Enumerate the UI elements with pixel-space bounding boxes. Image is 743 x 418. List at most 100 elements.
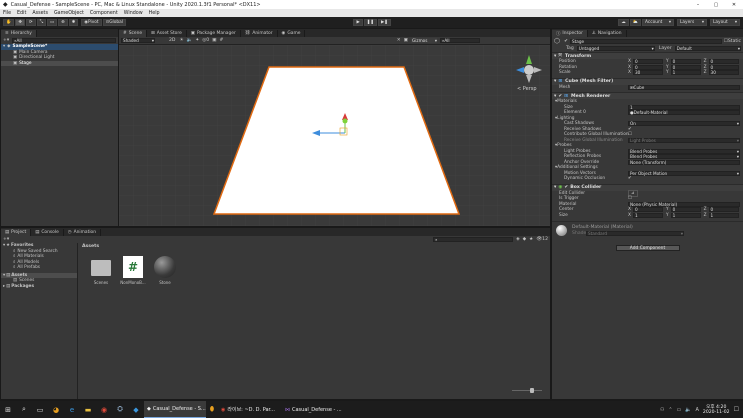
asset-tile[interactable]: Scenes xyxy=(86,256,116,285)
ime-icon[interactable]: A xyxy=(695,407,698,413)
mesh-renderer-header[interactable]: ▾ ✔ ⊞ Mesh Renderer xyxy=(552,92,743,99)
account-button[interactable]: Account ▾ xyxy=(642,19,675,26)
hierarchy-search-input[interactable]: ⌕ All xyxy=(12,38,116,43)
position-z-field[interactable]: 0 xyxy=(708,59,739,65)
cloud-icon[interactable]: ⛅ xyxy=(629,19,642,26)
taskbar-app-visual-studio[interactable]: ⋈ Casual_Defense - ... xyxy=(282,401,344,418)
menu-gameobject[interactable]: GameObject xyxy=(54,11,84,16)
tab-animator[interactable]: ⛓ Animator xyxy=(241,30,278,37)
project-search-input[interactable]: ⌕ xyxy=(433,237,514,242)
filter-type-icon[interactable]: ◈ xyxy=(516,237,520,242)
layers-button[interactable]: Layers ▾ xyxy=(677,19,708,26)
menu-assets[interactable]: Assets xyxy=(32,11,48,16)
menu-window[interactable]: Window xyxy=(124,11,143,16)
reflection-probes-dropdown[interactable]: Blend Probes ▾ xyxy=(628,154,740,160)
effects-toggle-icon[interactable]: ✦ xyxy=(195,38,199,43)
network-icon[interactable]: ▭ xyxy=(677,407,682,413)
center-x-field[interactable]: 0 xyxy=(632,207,663,213)
hand-tool-button[interactable]: ✋ xyxy=(3,19,15,26)
expand-icon[interactable]: ▾ xyxy=(3,44,5,49)
mesh-filter-header[interactable]: ▾ ⊞ Cube (Mesh Filter) xyxy=(552,77,743,85)
box-collider-header[interactable]: ▾ ◉ ✔ Box Collider xyxy=(552,183,743,191)
slider-handle[interactable] xyxy=(530,388,534,393)
zoom-slider[interactable] xyxy=(512,388,542,393)
receive-gi-dropdown[interactable]: Light Probes ▾ xyxy=(628,137,740,143)
minimize-icon[interactable]: – xyxy=(689,2,707,8)
rotation-y-field[interactable]: 0 xyxy=(670,64,701,70)
tab-project[interactable]: ▤ Project xyxy=(1,229,32,236)
motion-vectors-dropdown[interactable]: Per Object Motion ▾ xyxy=(628,170,740,176)
size-x-field[interactable]: 1 xyxy=(632,212,663,218)
pause-button[interactable]: ❚❚ xyxy=(363,19,377,26)
expand-icon[interactable]: ▾ xyxy=(554,79,556,84)
add-icon[interactable]: +▾ xyxy=(3,237,9,242)
tab-console[interactable]: ▤ Console xyxy=(31,229,64,236)
tab-navigation[interactable]: ⚓ Navigation xyxy=(588,30,627,37)
position-x-field[interactable]: 0 xyxy=(632,59,663,65)
expand-icon[interactable]: ▾ xyxy=(554,54,556,59)
taskbar-app-unity[interactable]: ◆ Casual_Defense - S... xyxy=(144,401,206,418)
lighting-toggle-icon[interactable]: ☀ xyxy=(179,38,183,43)
materials-size-field[interactable]: 1 xyxy=(628,104,740,110)
tab-hierarchy[interactable]: ≡ Hierarchy xyxy=(1,30,37,37)
add-icon[interactable]: +▾ xyxy=(3,38,9,43)
scale-tool-button[interactable]: ⤡ xyxy=(36,19,47,26)
menu-help[interactable]: Help xyxy=(149,11,160,16)
close-icon[interactable]: ✕ xyxy=(725,2,743,8)
taskbar-app-chrome[interactable]: ◉ 라이브: ~D. D. Par... xyxy=(218,401,280,418)
add-component-button[interactable]: Add Component xyxy=(615,245,680,251)
move-tool-button[interactable]: ✥ xyxy=(15,19,25,26)
asset-tile[interactable]: # NonMonoB... xyxy=(118,256,148,285)
expand-icon[interactable]: ▸ xyxy=(3,284,5,289)
active-checkbox[interactable]: ✔ xyxy=(564,39,568,44)
favorite-item[interactable]: ⌕ All Prefabs xyxy=(1,265,77,271)
enabled-checkbox[interactable]: ✔ xyxy=(564,185,568,190)
edge-icon[interactable]: e xyxy=(64,401,80,418)
tab-scene[interactable]: # Scene xyxy=(119,30,148,37)
scene-search-input[interactable]: ⌕ All xyxy=(440,38,480,43)
physic-material-field[interactable]: None (Physic Material) xyxy=(628,201,740,207)
scene-camera-icon[interactable]: ▣ xyxy=(404,38,408,43)
app-icon[interactable]: ◆ xyxy=(128,401,144,418)
scale-z-field[interactable]: 30 xyxy=(708,70,739,76)
transform-tool-button[interactable]: ⊕ xyxy=(58,19,68,26)
contribute-gi-checkbox[interactable]: ☐ xyxy=(628,132,632,137)
size-z-field[interactable]: 1 xyxy=(708,212,739,218)
task-view-icon[interactable]: ▭ xyxy=(32,401,48,418)
center-z-field[interactable]: 0 xyxy=(708,207,739,213)
anchor-override-field[interactable]: None (Transform) xyxy=(628,159,740,165)
tab-game[interactable]: ◉ Game xyxy=(278,30,306,37)
asset-tile[interactable]: Stone xyxy=(150,256,180,285)
notification-icon[interactable]: ☐ xyxy=(734,406,739,413)
shader-dropdown[interactable]: Standard ▾ xyxy=(586,231,684,236)
steam-icon[interactable]: ⛭ xyxy=(112,401,128,418)
enabled-checkbox[interactable]: ✔ xyxy=(558,94,562,99)
mode-2d-toggle[interactable]: 2D xyxy=(169,38,175,43)
light-probes-dropdown[interactable]: Blend Probes ▾ xyxy=(628,148,740,154)
tab-animation[interactable]: ◷ Animation xyxy=(64,229,102,236)
chrome-icon[interactable]: ◉ xyxy=(96,401,112,418)
tab-package-manager[interactable]: ▣ Package Manager xyxy=(187,30,241,37)
tab-asset-store[interactable]: ⊞ Asset Store xyxy=(147,30,187,37)
clock[interactable]: 오후 4:20 2020-11-02 xyxy=(703,404,730,415)
gizmos-dropdown[interactable]: Gizmos ▾ xyxy=(411,38,437,43)
rotation-z-field[interactable]: 0 xyxy=(708,64,739,70)
menu-component[interactable]: Component xyxy=(90,11,118,16)
persp-label[interactable]: < Persp xyxy=(517,86,537,92)
star-icon[interactable]: ★ xyxy=(529,237,533,242)
grid-toggle-icon[interactable]: # xyxy=(219,38,223,43)
people-icon[interactable]: ⚇ xyxy=(660,407,664,413)
is-trigger-checkbox[interactable]: ☐ xyxy=(628,196,632,201)
dynamic-occlusion-checkbox[interactable]: ✔ xyxy=(628,176,632,181)
receive-shadows-checkbox[interactable]: ✔ xyxy=(628,127,632,132)
app-icon[interactable]: ⬮ xyxy=(206,401,218,418)
maximize-icon[interactable]: ▢ xyxy=(707,2,725,8)
step-button[interactable]: ▶❚ xyxy=(377,19,391,26)
expand-icon[interactable]: ▾ xyxy=(3,243,5,248)
global-button[interactable]: ⊙ Global xyxy=(102,19,126,26)
material-preview[interactable]: Default-Material (Material) Shader Standa… xyxy=(552,221,743,239)
play-button[interactable]: ▶ xyxy=(353,19,363,26)
menu-file[interactable]: File xyxy=(3,11,11,16)
layer-dropdown[interactable]: Default ▾ xyxy=(674,46,741,51)
expand-icon[interactable]: ▾ xyxy=(554,185,556,190)
